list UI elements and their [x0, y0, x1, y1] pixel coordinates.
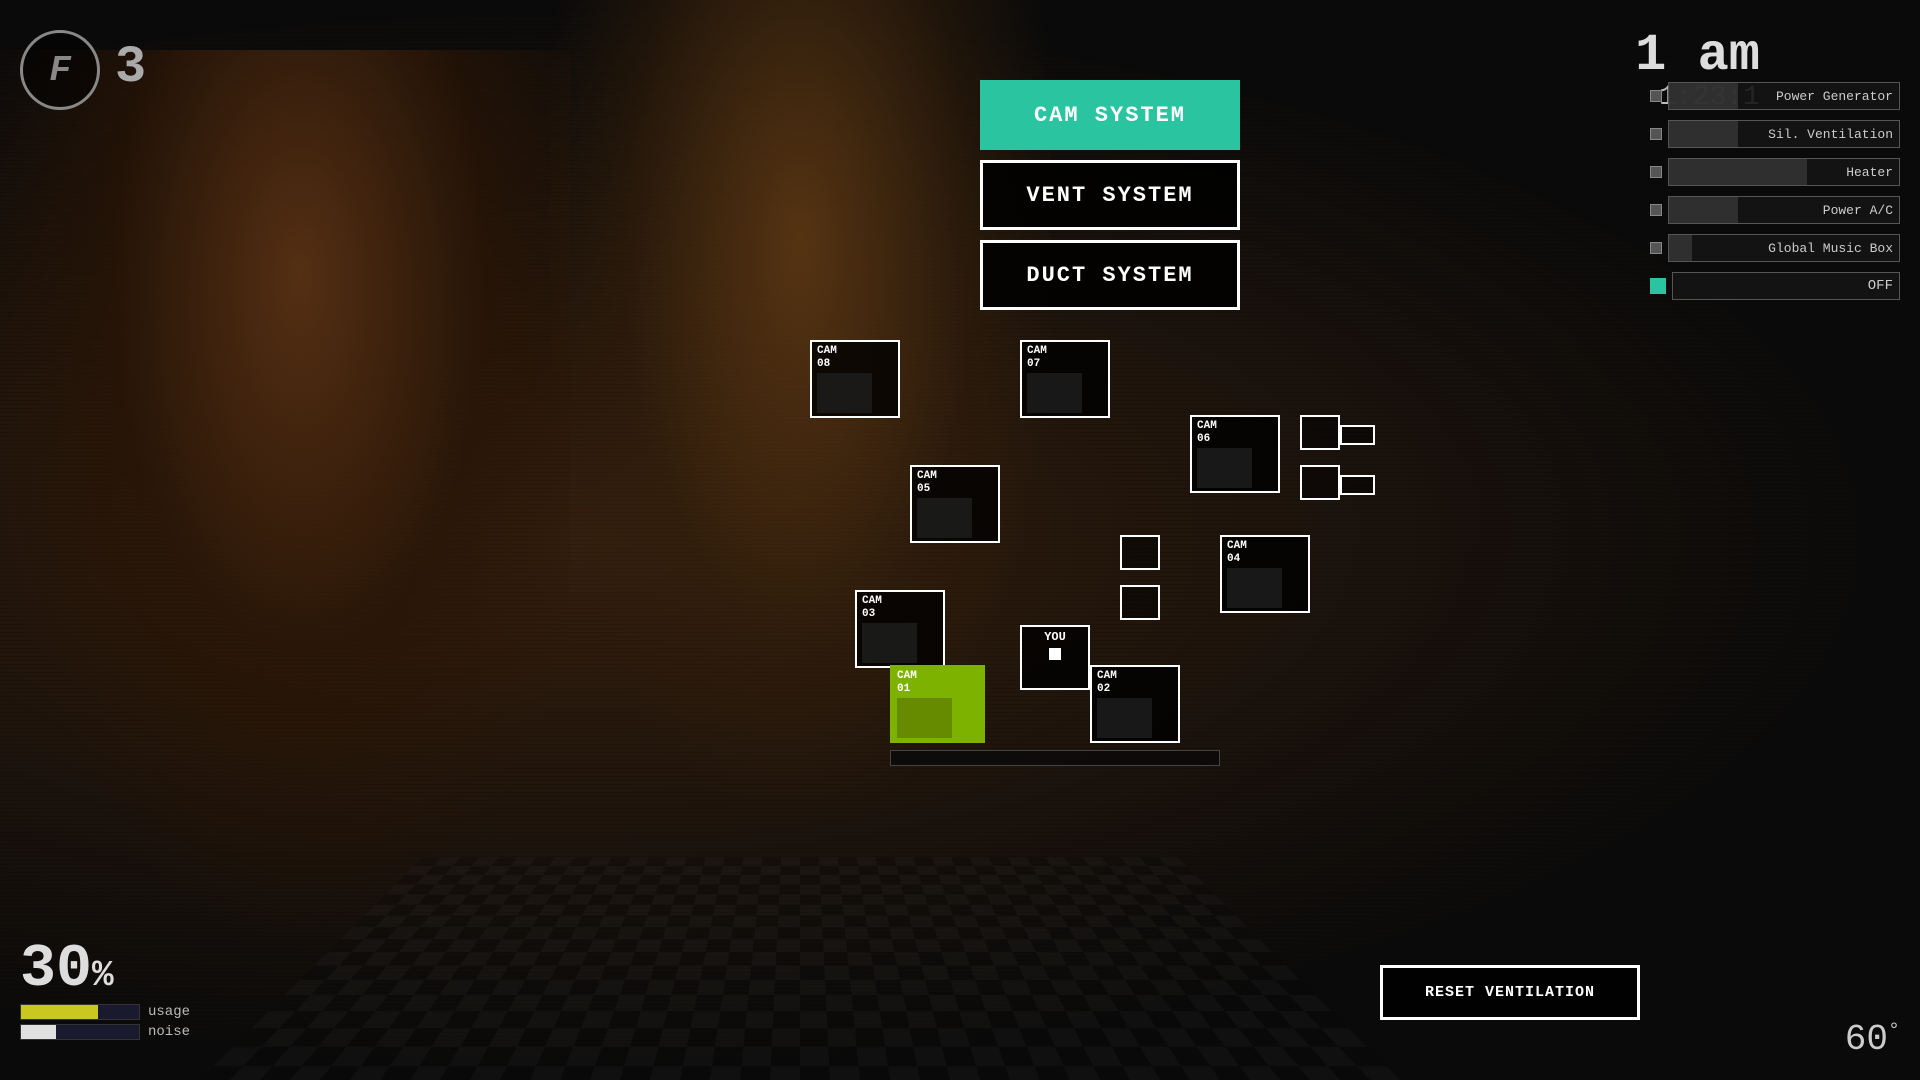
power-gen-bar: Power Generator — [1668, 82, 1900, 110]
connector-box-2 — [1340, 425, 1375, 445]
cam-07-node[interactable]: CAM07 — [1020, 340, 1110, 418]
you-node: YOU — [1020, 625, 1090, 690]
sil-vent-dot — [1650, 128, 1662, 140]
heater-dot — [1650, 166, 1662, 178]
you-dot — [1049, 648, 1061, 660]
connector-box-4 — [1340, 475, 1375, 495]
reset-ventilation-button[interactable]: RESET VENTILATION — [1380, 965, 1640, 1020]
cam-02-node[interactable]: CAM02 — [1090, 665, 1180, 743]
connector-box-6 — [1120, 585, 1160, 620]
cam-05-node[interactable]: CAM05 — [910, 465, 1000, 543]
power-gen-dot — [1650, 90, 1662, 102]
system-buttons: CAM SYSTEM VENT SYSTEM DUCT SYSTEM — [980, 80, 1240, 310]
heater-bar: Heater — [1668, 158, 1900, 186]
power-ac-item[interactable]: Power A/C — [1650, 194, 1900, 226]
bottom-bar — [890, 750, 1220, 766]
off-bar: OFF — [1672, 272, 1900, 300]
global-music-bar: Global Music Box — [1668, 234, 1900, 262]
cam-system-button[interactable]: CAM SYSTEM — [980, 80, 1240, 150]
cam-04-node[interactable]: CAM04 — [1220, 535, 1310, 613]
sil-vent-bar: Sil. Ventilation — [1668, 120, 1900, 148]
connector-box-5 — [1120, 535, 1160, 570]
connector-box-3 — [1300, 465, 1340, 500]
global-music-dot — [1650, 242, 1662, 254]
power-ac-bar: Power A/C — [1668, 196, 1900, 224]
cam-01-node[interactable]: CAM01 — [890, 665, 985, 743]
heater-item[interactable]: Heater — [1650, 156, 1900, 188]
cam-03-node[interactable]: CAM03 — [855, 590, 945, 668]
power-gen-item[interactable]: Power Generator — [1650, 80, 1900, 112]
vent-system-button[interactable]: VENT SYSTEM — [980, 160, 1240, 230]
off-toggle[interactable]: OFF — [1650, 270, 1900, 302]
power-ac-dot — [1650, 204, 1662, 216]
power-panel: Power Generator Sil. Ventilation Heater … — [1650, 80, 1900, 302]
cam-08-node[interactable]: CAM08 — [810, 340, 900, 418]
cam-06-node[interactable]: CAM06 — [1190, 415, 1280, 493]
connector-box-1 — [1300, 415, 1340, 450]
duct-system-button[interactable]: DUCT SYSTEM — [980, 240, 1240, 310]
sil-vent-item[interactable]: Sil. Ventilation — [1650, 118, 1900, 150]
off-dot — [1650, 278, 1666, 294]
animatronic-left — [0, 50, 570, 950]
global-music-item[interactable]: Global Music Box — [1650, 232, 1900, 264]
